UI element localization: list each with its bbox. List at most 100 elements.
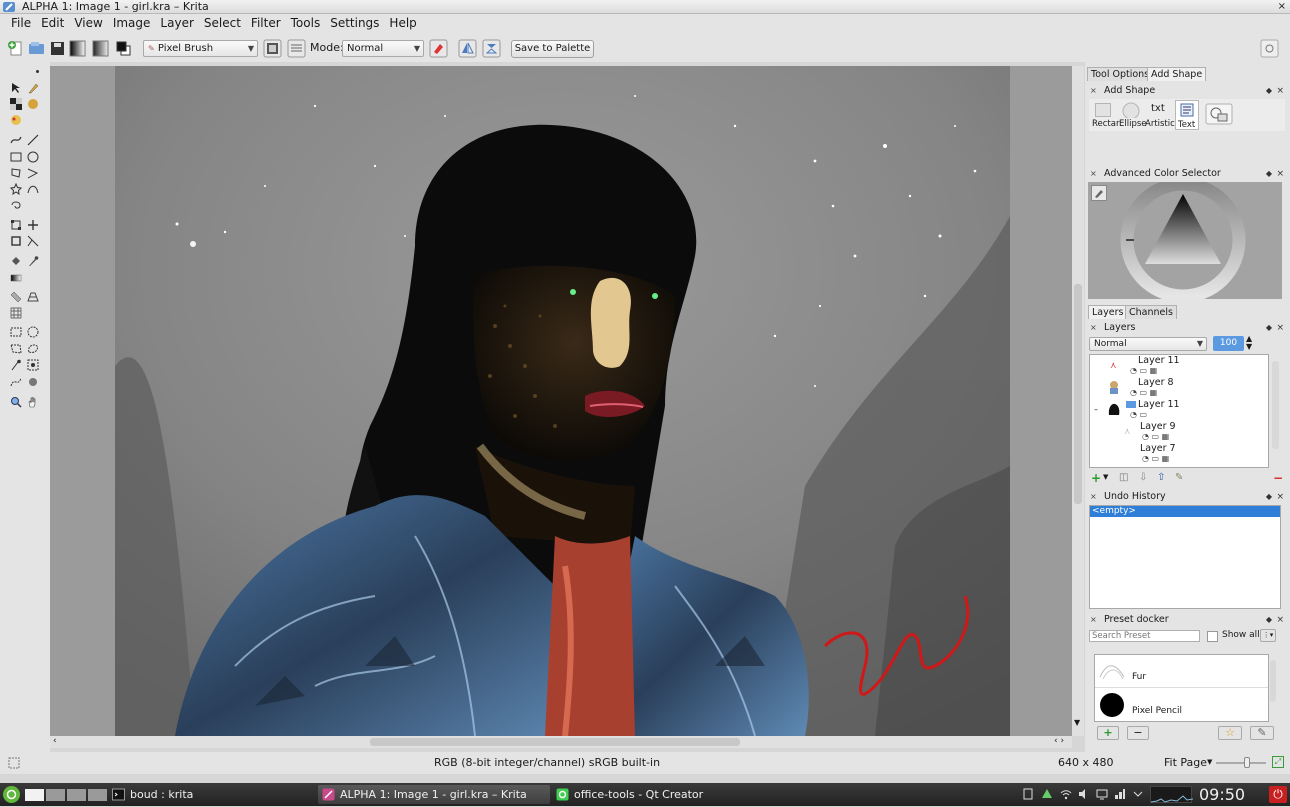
network-tray-icon[interactable] xyxy=(1114,788,1126,800)
calligraphy-icon[interactable] xyxy=(27,82,39,94)
ellipse-select-icon[interactable] xyxy=(27,326,39,338)
freehand-path-icon[interactable] xyxy=(10,134,22,146)
scroll-left-icon[interactable]: ‹ xyxy=(53,736,57,746)
layer-visibility-icons[interactable]: ◔ ▭ ▦ xyxy=(1130,366,1157,375)
wifi-tray-icon[interactable] xyxy=(1060,788,1072,800)
eraser-mode-icon[interactable] xyxy=(429,39,448,58)
move-layer-down-icon[interactable]: ⇩ xyxy=(1139,472,1147,483)
preset-tag-icon[interactable]: ✎ xyxy=(1250,726,1274,740)
measure-icon[interactable] xyxy=(27,235,39,247)
menu-tools[interactable]: Tools xyxy=(286,14,326,32)
start-menu-icon[interactable] xyxy=(2,785,21,804)
toolbox-handle[interactable] xyxy=(36,70,39,73)
tab-add-shape[interactable]: Add Shape xyxy=(1147,67,1207,81)
menu-filter[interactable]: Filter xyxy=(246,14,286,32)
advanced-color-selector[interactable] xyxy=(1088,177,1282,303)
pan-hand-icon[interactable] xyxy=(27,396,39,408)
scroll-down-icon[interactable]: ▼ xyxy=(1074,718,1080,727)
task-krita[interactable]: ALPHA 1: Image 1 - girl.kra – Krita xyxy=(318,785,550,804)
new-document-icon[interactable] xyxy=(6,39,25,58)
menu-help[interactable]: Help xyxy=(384,14,421,32)
horizontal-scrollbar[interactable]: ‹ ‹ › xyxy=(50,736,1072,748)
desktop-1-icon[interactable] xyxy=(25,789,44,801)
menu-image[interactable]: Image xyxy=(108,14,156,32)
show-all-checkbox[interactable] xyxy=(1207,631,1218,642)
vertical-scrollbar[interactable]: ▼ xyxy=(1072,66,1084,736)
display-tray-icon[interactable] xyxy=(1096,788,1108,800)
opacity-stepper-icon[interactable]: ▲ ▼ xyxy=(1246,335,1252,351)
checker-icon[interactable] xyxy=(10,98,22,110)
shape-ellipse[interactable]: Ellipse xyxy=(1118,100,1147,130)
move-icon[interactable] xyxy=(27,219,39,231)
gradient-icon[interactable] xyxy=(68,39,87,58)
fill-bucket-icon[interactable] xyxy=(10,255,22,267)
rect-select-icon[interactable] xyxy=(10,326,22,338)
brush-settings-icon[interactable] xyxy=(263,39,282,58)
dock-close-icon[interactable]: × xyxy=(1276,613,1284,627)
task-qt-creator[interactable]: office-tools - Qt Creator xyxy=(552,785,782,804)
menu-settings[interactable]: Settings xyxy=(325,14,384,32)
layer-visibility-icons[interactable]: ◔ ▭ ▦ xyxy=(1142,454,1169,463)
dock-float-icon[interactable]: × xyxy=(1090,321,1097,335)
brush-select-icon[interactable] xyxy=(27,376,39,388)
horizontal-scroll-thumb[interactable] xyxy=(370,738,740,746)
add-preset-button[interactable]: + xyxy=(1097,726,1119,740)
layer-blend-mode-select[interactable]: Normal ▼ xyxy=(1089,337,1207,351)
tab-tool-options[interactable]: Tool Options xyxy=(1087,67,1154,81)
outline-select-icon[interactable] xyxy=(27,343,39,355)
tab-layers[interactable]: Layers xyxy=(1088,305,1128,319)
rectangle-icon[interactable] xyxy=(10,151,22,163)
duplicate-layer-icon[interactable]: ◫ xyxy=(1119,472,1128,483)
layers-list[interactable]: ⋏ Layer 11 ◔ ▭ ▦ Layer 8 ◔ ▭ ▦ – Layer 1… xyxy=(1089,354,1279,468)
favorite-preset-icon[interactable]: ☆ xyxy=(1218,726,1242,740)
preset-view-options-icon[interactable]: ⋮▾ xyxy=(1260,629,1276,642)
crop-icon[interactable] xyxy=(10,235,22,247)
dock-close-icon[interactable]: × xyxy=(1276,84,1284,98)
similar-select-icon[interactable] xyxy=(27,359,39,371)
zoom-slider[interactable] xyxy=(1216,762,1266,764)
contiguous-select-icon[interactable] xyxy=(10,359,22,371)
fill-icon[interactable] xyxy=(27,98,39,110)
line-icon[interactable] xyxy=(27,134,39,146)
logout-icon[interactable]: ⏻ xyxy=(1269,786,1287,803)
layer-visibility-icons[interactable]: ◔ ▭ ▦ xyxy=(1130,388,1157,397)
layer-row[interactable]: Layer 7 ◔ ▭ ▦ xyxy=(1090,443,1268,465)
undo-history-item[interactable]: <empty> xyxy=(1090,506,1280,517)
add-layer-menu-icon[interactable]: ▼ xyxy=(1103,473,1108,481)
fullscreen-icon[interactable]: ⤢ xyxy=(1272,756,1284,768)
preset-item[interactable]: Pixel Pencil xyxy=(1095,689,1268,722)
select-shapes-icon[interactable] xyxy=(10,82,22,94)
remove-preset-button[interactable]: − xyxy=(1127,726,1149,740)
pattern-icon[interactable] xyxy=(91,39,110,58)
shape-rectangle[interactable]: Rectar xyxy=(1091,100,1119,130)
brush-editor-icon[interactable] xyxy=(287,39,306,58)
settings-corner-icon[interactable] xyxy=(1260,39,1279,58)
gradient-tool-icon[interactable] xyxy=(10,272,22,284)
bezier-icon[interactable] xyxy=(27,183,39,195)
tab-channels[interactable]: Channels xyxy=(1125,305,1177,319)
dynamic-brush-icon[interactable] xyxy=(10,199,22,211)
ruler-icon[interactable] xyxy=(10,291,22,303)
cpu-monitor[interactable] xyxy=(1150,786,1194,803)
clock[interactable]: 09:50 xyxy=(1199,783,1245,806)
preset-list[interactable]: Fur Pixel Pencil xyxy=(1094,654,1269,722)
dock-detach-icon[interactable]: ◆ xyxy=(1266,613,1272,627)
dock-detach-icon[interactable]: ◆ xyxy=(1266,321,1272,335)
save-icon[interactable] xyxy=(48,39,67,58)
zoom-slider-handle[interactable] xyxy=(1244,757,1250,768)
ellipse-icon[interactable] xyxy=(27,151,39,163)
open-document-icon[interactable] xyxy=(27,39,46,58)
search-preset-input[interactable] xyxy=(1089,630,1200,642)
color-picker-icon[interactable] xyxy=(27,255,39,267)
dock-float-icon[interactable]: × xyxy=(1090,167,1097,181)
collapse-icon[interactable]: – xyxy=(1094,405,1098,414)
layer-row[interactable]: Layer 8 ◔ ▭ ▦ xyxy=(1090,377,1268,399)
shape-artistic-text[interactable]: txt Artistic xyxy=(1145,100,1175,130)
path-select-icon[interactable] xyxy=(10,376,22,388)
vertical-scroll-thumb[interactable] xyxy=(1074,284,1082,504)
dock-float-icon[interactable]: × xyxy=(1090,613,1097,627)
layer-row[interactable]: ⋏ Layer 11 ◔ ▭ ▦ xyxy=(1090,355,1268,377)
transform-icon[interactable] xyxy=(10,219,22,231)
dock-detach-icon[interactable]: ◆ xyxy=(1266,167,1272,181)
clipboard-tray-icon[interactable] xyxy=(1022,788,1034,800)
